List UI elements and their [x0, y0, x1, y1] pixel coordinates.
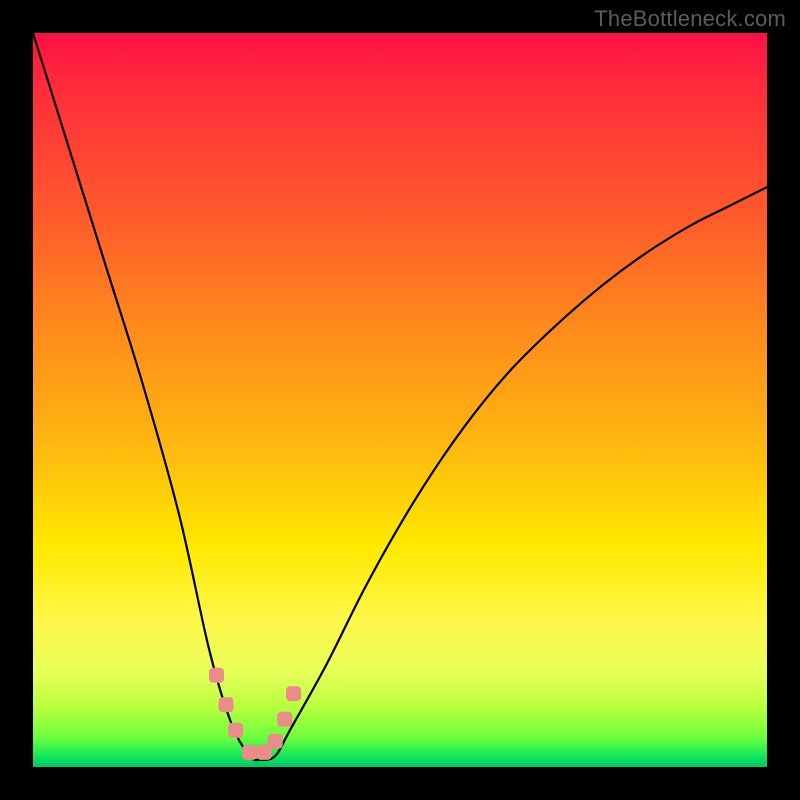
- watermark-text: TheBottleneck.com: [0, 6, 800, 32]
- gradient-plot-area: [33, 33, 767, 767]
- chart-frame: TheBottleneck.com: [0, 0, 800, 800]
